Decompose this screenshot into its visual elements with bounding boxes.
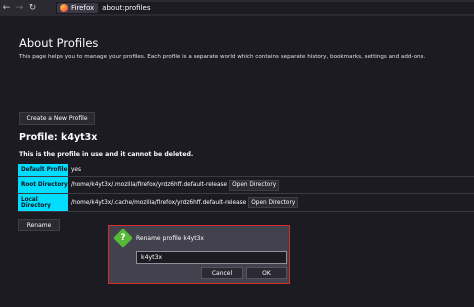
cancel-button[interactable]: Cancel [201, 267, 243, 279]
profile-heading: Profile: k4yt3x [19, 132, 98, 143]
profile-name-input[interactable]: k4yt3x [136, 251, 287, 264]
table-row: Root Directory /home/k4yt3x/.mozilla/fir… [18, 177, 474, 194]
question-icon: ? [120, 233, 126, 243]
rename-dialog: ? Rename profile k4yt3x k4yt3x Cancel OK [108, 225, 290, 284]
open-root-directory-button[interactable]: Open Directory [229, 179, 280, 191]
root-directory-path: /home/k4yt3x/.mozilla/firefox/yrdz6hff.d… [71, 182, 228, 188]
row-value: /home/k4yt3x/.mozilla/firefox/yrdz6hff.d… [68, 177, 474, 193]
ok-button[interactable]: OK [246, 267, 287, 279]
identity-label: Firefox [71, 4, 95, 12]
page-title: About Profiles [19, 36, 99, 50]
open-local-directory-button[interactable]: Open Directory [248, 197, 299, 208]
row-key: Local Directory [18, 194, 68, 211]
browser-toolbar: ← → ↻ Firefox about:profiles [0, 0, 474, 16]
dialog-title: Rename profile k4yt3x [136, 235, 204, 242]
local-directory-path: /home/k4yt3x/.cache/mozilla/firefox/yrdz… [71, 199, 247, 206]
back-icon[interactable]: ← [0, 0, 13, 16]
row-value: yes [68, 164, 474, 176]
profile-table: Default Profile yes Root Directory /home… [18, 164, 474, 212]
table-row: Local Directory /home/k4yt3x/.cache/mozi… [18, 194, 474, 212]
table-row: Default Profile yes [18, 164, 474, 177]
firefox-logo-icon [60, 4, 68, 12]
create-profile-button[interactable]: Create a New Profile [19, 112, 95, 125]
row-key: Default Profile [18, 164, 68, 176]
default-profile-value: yes [71, 167, 82, 173]
page-description: This page helps you to manage your profi… [19, 54, 426, 60]
url-text[interactable]: about:profiles [102, 4, 150, 12]
reload-icon[interactable]: ↻ [26, 0, 39, 16]
url-bar[interactable]: Firefox about:profiles [56, 2, 474, 14]
rename-button[interactable]: Rename [18, 219, 60, 231]
identity-box[interactable]: Firefox [57, 3, 99, 13]
row-key: Root Directory [18, 177, 68, 193]
row-value: /home/k4yt3x/.cache/mozilla/firefox/yrdz… [68, 194, 474, 211]
forward-icon[interactable]: → [13, 0, 26, 16]
profile-note: This is the profile in use and it cannot… [19, 151, 194, 158]
